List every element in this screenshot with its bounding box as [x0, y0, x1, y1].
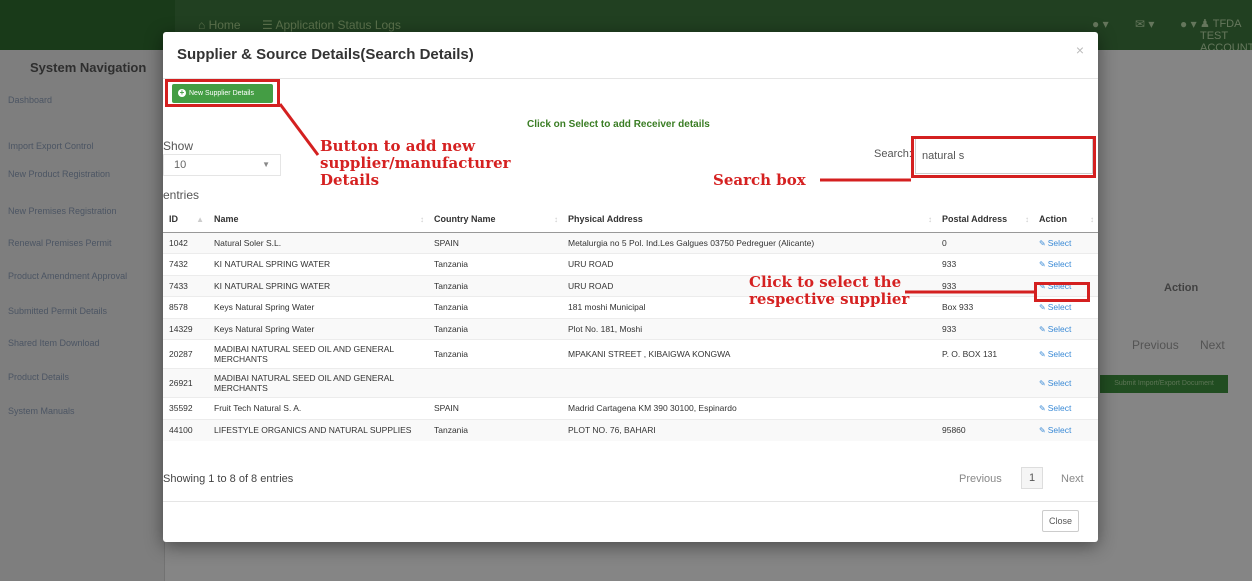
- annotation-arrows: [278, 103, 1034, 294]
- annotation-search: Search box: [713, 171, 806, 189]
- annotation-select: Click to select the respective supplier: [749, 273, 910, 308]
- annotation-new-button: Button to add new supplier/manufacturer …: [320, 137, 511, 189]
- annotation-line-new-button: [278, 103, 320, 156]
